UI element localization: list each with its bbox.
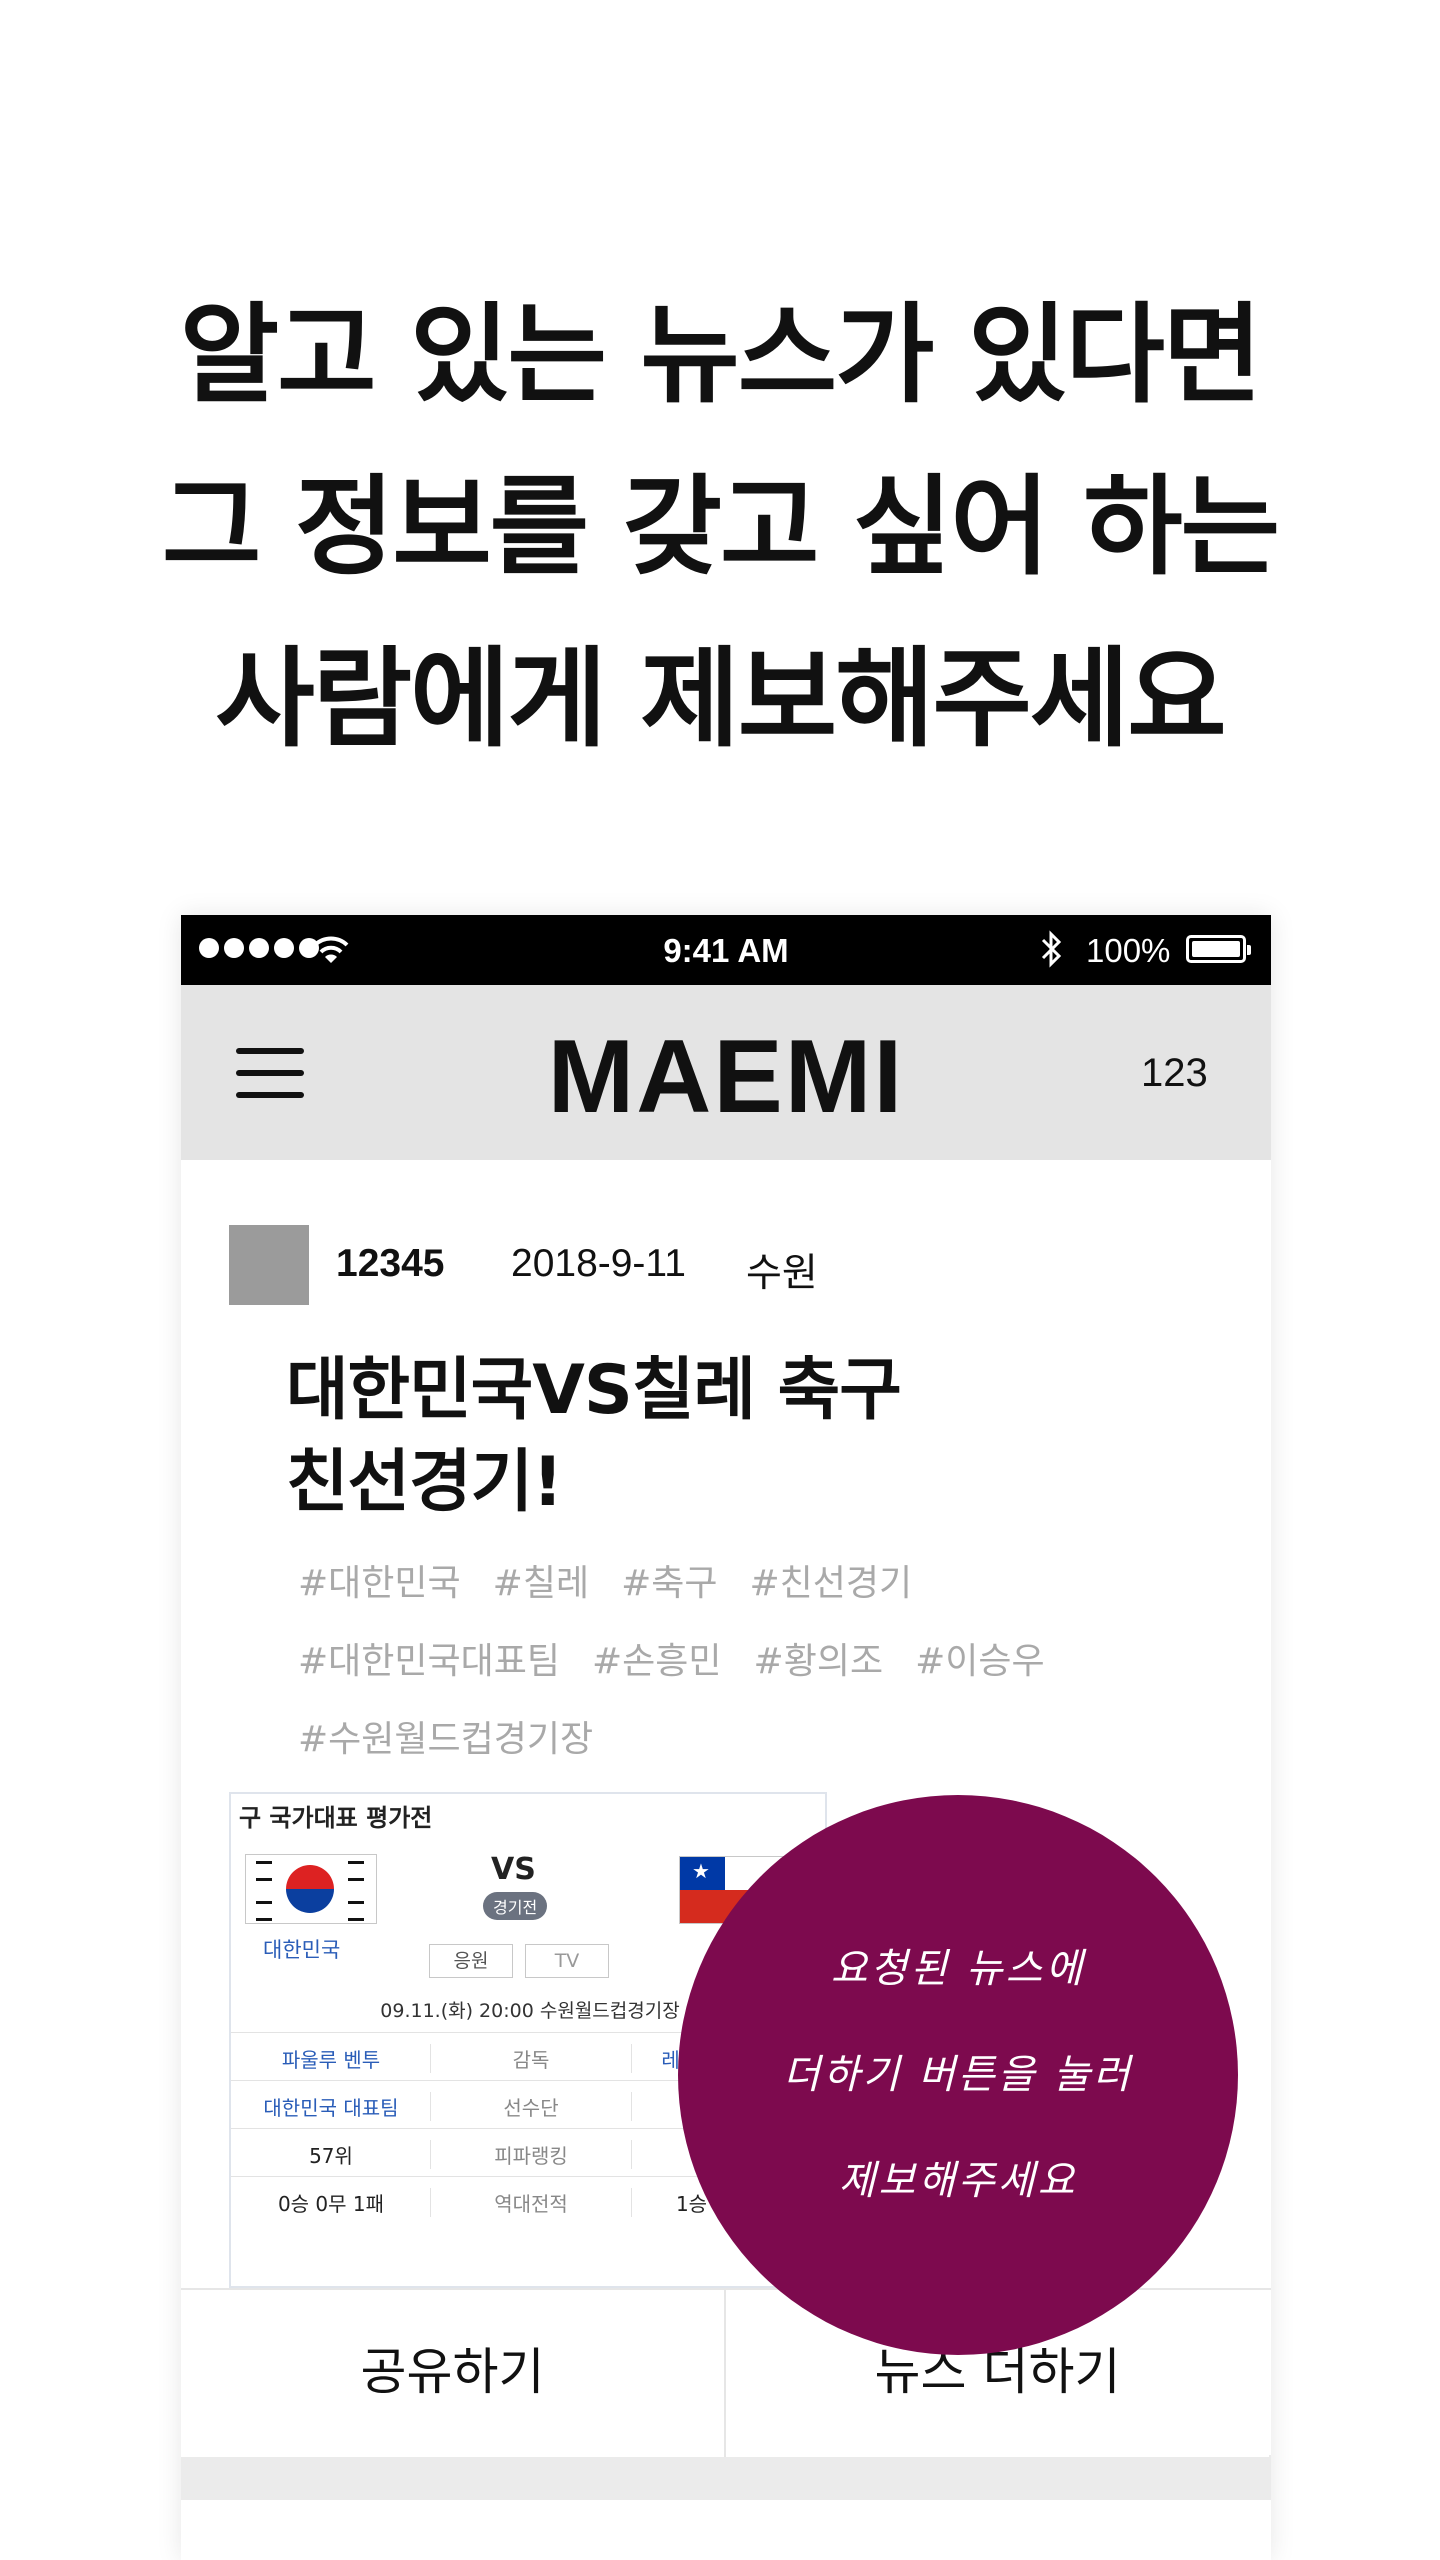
thumbnail-title: 구 국가대표 평가전 xyxy=(239,1804,433,1832)
tag-row: #대한민국 #칠레 #축구 #친선경기 xyxy=(298,1545,1198,1623)
callout-line: 요청된 뉴스에 xyxy=(830,1946,1086,1992)
battery-percent: 100% xyxy=(1086,932,1171,969)
news-title[interactable]: 대한민국VS칠레 축구 친선경기! xyxy=(286,1345,1086,1529)
bluetooth-icon xyxy=(1041,930,1062,968)
tv-pill: TV xyxy=(525,1944,609,1978)
headline-line: 그 정보를 갖고 싶어 하는 xyxy=(162,465,1280,590)
avatar[interactable] xyxy=(229,1225,309,1305)
headline: 알고 있는 뉴스가 있다면 그 정보를 갖고 싶어 하는 사람에게 제보해주세요 xyxy=(0,270,1440,786)
hashtag[interactable]: #손흥민 xyxy=(592,1641,722,1682)
post-date: 2018-9-11 xyxy=(511,1242,686,1285)
post-location: 수원 xyxy=(746,1252,818,1295)
stat-label: 선수단 xyxy=(430,2092,632,2121)
nav-count-badge[interactable]: 123 xyxy=(1141,1051,1208,1096)
callout-line: 더하기 버튼을 눌러 xyxy=(783,2052,1133,2098)
headline-line: 사람에게 제보해주세요 xyxy=(215,637,1226,762)
hashtag[interactable]: #수원월드컵경기장 xyxy=(298,1719,593,1760)
tag-list: #대한민국 #칠레 #축구 #친선경기 #대한민국대표팀 #손흥민 #황의조 #이승우 #수… xyxy=(298,1545,1198,1779)
action-bar: 공유하기 뉴스 더하기 xyxy=(181,2288,1271,2457)
team-left: 대한민국 xyxy=(263,1938,341,1962)
hashtag[interactable]: #대한민국 xyxy=(298,1563,461,1604)
hashtag[interactable]: #친선경기 xyxy=(749,1563,912,1604)
share-button[interactable]: 공유하기 xyxy=(181,2290,726,2457)
stat-label: 감독 xyxy=(430,2044,632,2073)
status-bar: 9:41 AM 100% xyxy=(181,915,1271,985)
stat-left: 0승 0무 1패 xyxy=(277,2192,385,2216)
vs-label: VS xyxy=(491,1852,536,1887)
news-title-line: 친선경기! xyxy=(286,1443,563,1522)
hashtag[interactable]: #대한민국대표팀 xyxy=(298,1641,560,1682)
stat-label: 피파랭킹 xyxy=(430,2140,632,2169)
stat-label: 역대전적 xyxy=(430,2188,632,2217)
match-status-chip: 경기전 xyxy=(483,1892,548,1920)
callout-bubble: 요청된 뉴스에 더하기 버튼을 눌러 제보해주세요 xyxy=(678,1795,1238,2355)
hashtag[interactable]: #칠레 xyxy=(493,1563,589,1604)
hashtag[interactable]: #축구 xyxy=(621,1563,717,1604)
hashtag[interactable]: #이승우 xyxy=(915,1641,1045,1682)
stat-left: 57위 xyxy=(309,2144,353,2168)
headline-line: 알고 있는 뉴스가 있다면 xyxy=(179,293,1262,418)
app-title: MAEMI xyxy=(547,1019,905,1135)
tag-row: #대한민국대표팀 #손흥민 #황의조 #이승우 xyxy=(298,1623,1198,1701)
stat-left: 파울루 벤투 xyxy=(281,2048,381,2072)
hashtag[interactable]: #황의조 xyxy=(754,1641,884,1682)
news-title-line: 대한민국VS칠레 축구 xyxy=(286,1351,902,1430)
cheer-pill: 응원 xyxy=(429,1944,513,1978)
app-navbar: MAEMI 123 xyxy=(181,985,1271,1160)
stat-left: 대한민국 대표팀 xyxy=(263,2096,399,2120)
battery-icon xyxy=(1186,935,1251,963)
post-author[interactable]: 12345 xyxy=(336,1242,444,1286)
callout-line: 제보해주세요 xyxy=(838,2158,1078,2204)
tag-row: #수원월드컵경기장 xyxy=(298,1701,1198,1779)
korea-flag-icon xyxy=(245,1854,377,1924)
phone-mockup: 9:41 AM 100% MAEMI 123 12345 2018-9-11 수… xyxy=(181,915,1271,2560)
next-news-card xyxy=(181,2500,1271,2560)
